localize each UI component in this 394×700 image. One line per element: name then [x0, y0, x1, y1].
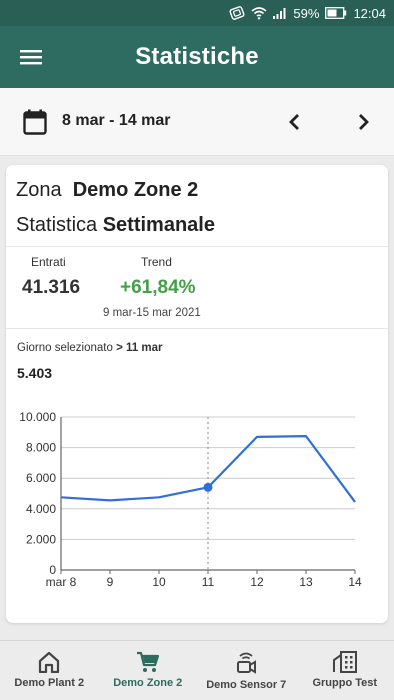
menu-button[interactable] [14, 43, 48, 71]
weekly-line-chart[interactable]: 02.0004.0006.0008.00010.000mar 8 9 10 11 12 1… [6, 395, 388, 595]
battery-percent: 59% [293, 5, 320, 21]
nfc-icon [229, 6, 245, 20]
x-tick-label: 13 [299, 575, 313, 589]
nav-item-gruppo-test[interactable]: Gruppo Test [296, 641, 394, 700]
clock: 12:04 [353, 5, 386, 21]
zone-row: Zona Demo Zone 2 [16, 179, 198, 202]
y-tick-label: 2.000 [26, 532, 56, 546]
x-tick-label: 10 [152, 575, 166, 589]
home-icon [39, 651, 60, 673]
statistics-card: Zona Demo Zone 2 Statistica Settimanale … [6, 165, 388, 623]
battery-icon [325, 7, 347, 19]
entrati-label: Entrati [31, 255, 66, 269]
divider [6, 246, 388, 247]
status-bar: 59% 12:04 [0, 0, 394, 26]
nav-item-demo-zone-2[interactable]: Demo Zone 2 [99, 641, 198, 700]
sensor-camera-icon [237, 652, 257, 674]
y-tick-label: 8.000 [26, 441, 56, 455]
divider [6, 328, 388, 329]
y-tick-label: 4.000 [26, 502, 56, 516]
bottom-navigation: Demo Plant 2 Demo Zone 2 Demo Sensor 7 G… [0, 640, 394, 700]
selected-day-row: Giorno selezionato > 11 mar [17, 342, 163, 354]
x-tick-label: 14 [348, 575, 362, 589]
trend-range: 9 mar-15 mar 2021 [103, 307, 201, 319]
nav-label: Demo Plant 2 [14, 677, 85, 689]
statistic-label: Statistica [16, 214, 98, 236]
previous-week-button[interactable] [282, 108, 306, 136]
next-week-button[interactable] [352, 108, 376, 136]
nav-label: Gruppo Test [312, 677, 378, 689]
building-icon [332, 651, 357, 673]
nav-label: Demo Zone 2 [113, 677, 183, 689]
x-tick-label: 11 [202, 575, 215, 589]
date-range-bar: 8 mar - 14 mar [0, 88, 394, 156]
nav-label: Demo Sensor 7 [206, 679, 287, 691]
selected-day-value: 5.403 [17, 365, 53, 381]
wifi-icon [251, 7, 267, 20]
statistic-value: Settimanale [102, 214, 215, 236]
nav-item-demo-plant-2[interactable]: Demo Plant 2 [0, 641, 99, 700]
entrati-value: 41.316 [22, 277, 81, 298]
statistic-row: Statistica Settimanale [16, 214, 215, 237]
nav-item-demo-sensor-7[interactable]: Demo Sensor 7 [197, 641, 296, 700]
zone-name: Demo Zone 2 [72, 179, 199, 201]
trend-value: +61,84% [120, 277, 196, 298]
x-tick-label: 12 [250, 575, 264, 589]
chevron-right-icon [359, 114, 369, 130]
zone-label: Zona [16, 179, 62, 201]
x-tick-label: 9 [107, 575, 114, 589]
trend-label: Trend [141, 255, 172, 269]
cart-icon [136, 651, 159, 672]
selected-day-prefix: Giorno selezionato [17, 342, 113, 354]
calendar-icon[interactable] [23, 109, 47, 135]
page-title: Statistiche [135, 43, 259, 70]
hamburger-menu-icon [20, 50, 42, 65]
signal-icon [273, 8, 286, 19]
y-tick-label: 10.000 [19, 410, 56, 424]
x-tick-label: mar 8 [46, 575, 77, 589]
selected-data-point [203, 482, 213, 492]
chevron-left-icon [289, 114, 299, 130]
selected-day: 11 mar [126, 342, 163, 354]
app-bar: Statistiche [0, 26, 394, 88]
date-range-label[interactable]: 8 mar - 14 mar [62, 112, 171, 130]
y-tick-label: 6.000 [26, 471, 56, 485]
